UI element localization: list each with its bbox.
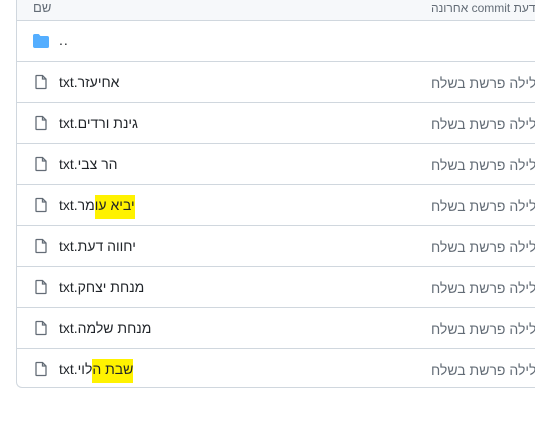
file-extension: txt. (59, 115, 78, 131)
file-name-text: לוי (77, 361, 93, 377)
file-row[interactable]: txt.הר צבי לילה פרשת בשלח (17, 144, 535, 185)
commit-message-link[interactable]: לילה פרשת בשלח (431, 280, 535, 296)
parent-directory-row[interactable]: .. (17, 21, 535, 62)
file-row[interactable]: txt.גינת ורדים לילה פרשת בשלח (17, 103, 535, 144)
file-extension: txt. (59, 238, 78, 254)
file-row[interactable]: txt. יביא עומר לילה פרשת בשלח (17, 185, 535, 226)
file-extension: txt. (59, 361, 78, 377)
search-highlight: יביא עו (94, 195, 135, 219)
file-base-name: יביא עומר (78, 195, 135, 219)
file-row[interactable]: txt.יחווה דעת לילה פרשת בשלח (17, 226, 535, 267)
file-name-link[interactable]: txt. יביא עומר (59, 195, 135, 219)
file-list-header: הודעת commit אחרונה שם (17, 0, 535, 21)
name-column-header: שם (33, 0, 52, 15)
file-base-name: יחווה דעת (77, 238, 136, 254)
file-extension: txt. (59, 320, 78, 336)
file-name-link[interactable]: txt.מנחת שלמה (59, 320, 151, 336)
last-commit-column-header: הודעת commit אחרונה (431, 1, 535, 15)
parent-directory-link[interactable]: .. (59, 32, 69, 48)
file-extension: txt. (59, 197, 78, 213)
file-base-name: שבת הלוי (78, 359, 134, 383)
file-name-link[interactable]: txt.גינת ורדים (59, 115, 138, 131)
file-name-text: מר (77, 197, 95, 213)
file-base-name: הר צבי (77, 156, 118, 172)
file-row[interactable]: txt.אחיעזר לילה פרשת בשלח (17, 62, 535, 103)
commit-message-link[interactable]: לילה פרשת בשלח (431, 321, 535, 337)
file-base-name: מנחת שלמה (77, 320, 152, 336)
commit-message-link[interactable]: לילה פרשת בשלח (431, 239, 535, 255)
file-icon (35, 74, 47, 90)
folder-icon (33, 34, 49, 48)
file-name-link[interactable]: txt. שבת הלוי (59, 359, 134, 383)
file-icon (35, 115, 47, 131)
file-icon (35, 320, 47, 336)
file-icon (35, 197, 47, 213)
file-extension: txt. (59, 156, 78, 172)
file-list-panel: הודעת commit אחרונה שם .. txt.אחיעזרלילה… (16, 0, 535, 388)
search-highlight: שבת ה (92, 359, 134, 383)
commit-message-link[interactable]: לילה פרשת בשלח (431, 362, 535, 378)
commit-message-link[interactable]: לילה פרשת בשלח (431, 198, 535, 214)
file-name-link[interactable]: txt.מנחת יצחק (59, 279, 144, 295)
file-icon (35, 238, 47, 254)
file-extension: txt. (59, 279, 78, 295)
file-base-name: גינת ורדים (77, 115, 138, 131)
file-icon (35, 156, 47, 172)
file-icon (35, 361, 47, 377)
file-row[interactable]: txt.מנחת שלמה לילה פרשת בשלח (17, 308, 535, 349)
file-name-link[interactable]: txt.אחיעזר (59, 74, 119, 90)
file-icon (35, 279, 47, 295)
commit-message-link[interactable]: לילה פרשת בשלח (431, 116, 535, 132)
commit-message-link[interactable]: לילה פרשת בשלח (431, 157, 535, 173)
file-name-link[interactable]: txt.יחווה דעת (59, 238, 136, 254)
file-row[interactable]: txt.מנחת יצחק לילה פרשת בשלח (17, 267, 535, 308)
file-row[interactable]: txt. שבת הלוי לילה פרשת בשלח (17, 349, 535, 387)
file-base-name: מנחת יצחק (77, 279, 145, 295)
commit-message-link[interactable]: לילה פרשת בשלח (431, 75, 535, 91)
file-name-link[interactable]: txt.הר צבי (59, 156, 118, 172)
file-base-name: אחיעזר (77, 74, 120, 90)
file-extension: txt. (59, 74, 78, 90)
